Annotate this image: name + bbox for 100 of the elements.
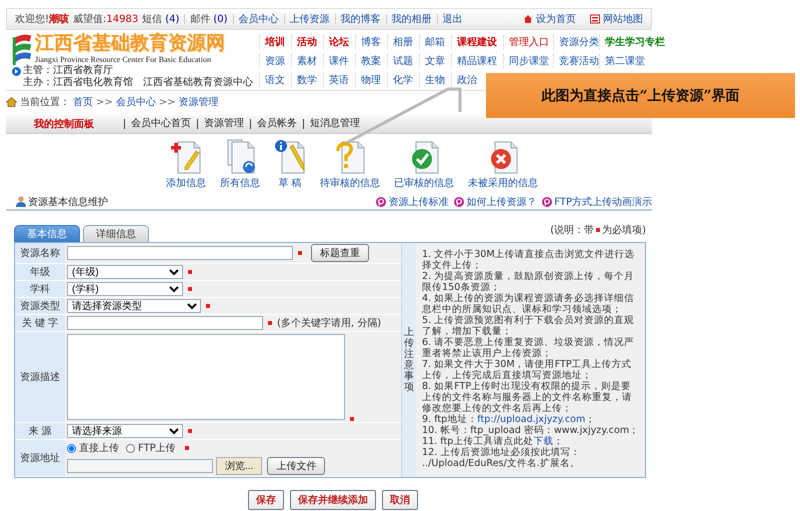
panel-menu-link[interactable]: 会员帐务 <box>250 119 303 129</box>
toolbar-button[interactable]: 已审核的信息 <box>394 139 454 190</box>
top-link[interactable]: 网站地图 <box>590 12 643 26</box>
nav-link[interactable]: 化学 <box>387 73 413 87</box>
reputation-value: 14983 <box>106 14 138 24</box>
form-tab[interactable]: 详细信息 <box>83 225 149 242</box>
nav-link[interactable]: 教案 <box>355 54 381 68</box>
counter-link[interactable]: 短信 (4) <box>142 12 180 26</box>
field-label: 资源描述 <box>15 332 65 423</box>
note-item: 6. 请不要恶意上传重复资源、垃圾资源，情况严重者将禁止该用户上传资源； <box>422 337 636 359</box>
nav-link[interactable]: 资源 <box>259 54 285 68</box>
panel-menu-link[interactable]: 资源管理 <box>197 119 250 129</box>
help-link[interactable]: 如何上传资源？ <box>454 194 536 208</box>
field-label: 关 键 字 <box>15 315 65 332</box>
nav-link[interactable]: 管理入口 <box>503 35 549 49</box>
note-link[interactable]: ftp://upload.jxjyzy.com <box>477 414 586 425</box>
nav-link[interactable]: 课程建设 <box>451 35 497 49</box>
nav-link[interactable]: 精品课程 <box>451 54 497 68</box>
username: 潮咳 <box>49 12 70 26</box>
panel-title: 我的控制面板 <box>32 118 95 131</box>
nav-link[interactable]: 第二课堂 <box>599 54 645 68</box>
nav-link[interactable]: 政治 <box>451 73 477 87</box>
check-title-button[interactable]: 标题查重 <box>311 244 369 262</box>
callout-box: 此图为直接点击“上传资源”界面 <box>486 73 795 118</box>
note-item: 2. 为提高资源质量，鼓励原创资源上传，每个月限传150条资源； <box>422 271 636 293</box>
nav-link[interactable]: 数学 <box>291 73 317 87</box>
nav-link[interactable]: 英语 <box>323 73 349 87</box>
nav-link[interactable]: 试题 <box>387 54 413 68</box>
note-item: 10. 帐号：ftp_upload 密码：www.jxjyzy.com； <box>422 425 640 436</box>
breadcrumb-separator: >> <box>158 96 176 108</box>
breadcrumb-link[interactable]: 资源管理 <box>178 95 219 109</box>
radio-button[interactable] <box>67 444 76 452</box>
nav-link[interactable]: 素材 <box>291 54 317 68</box>
nav-link[interactable]: 学生学习专栏 <box>599 35 665 49</box>
description-field[interactable] <box>67 334 345 420</box>
top-link[interactable]: 我的博客 <box>340 12 381 26</box>
browse-button[interactable]: 浏览... <box>216 457 262 475</box>
field-label: 学科 <box>15 281 65 298</box>
note-item: 7. 如果文件大于30M，请使用FTP工具上传方式上传，上传完成后直接填写资源地址； <box>422 359 633 381</box>
panel-menu-link[interactable]: 会员中心首页 <box>124 119 197 129</box>
document-pencil-icon <box>274 139 306 174</box>
form-button[interactable]: 保存并继续添加 <box>290 490 376 510</box>
radio-label: 直接上传 <box>79 442 119 455</box>
nav-link[interactable]: 物理 <box>355 73 381 87</box>
notes-title: 上传注意事项 <box>404 327 414 393</box>
field-label: 资源地址 <box>15 440 65 477</box>
site-title: 江西省基础教育资源网 <box>35 33 225 55</box>
nav-link[interactable]: 竞赛活动 <box>553 54 599 68</box>
toolbar-button[interactable]: 未被采用的信息 <box>468 139 538 190</box>
toolbar-button[interactable]: 待审核的信息 <box>320 139 380 190</box>
nav-link[interactable]: 语文 <box>259 73 285 87</box>
text-field[interactable] <box>67 316 263 330</box>
counter-link[interactable]: 邮件 (0) <box>190 12 228 26</box>
top-link[interactable]: 会员中心 <box>238 12 279 26</box>
note-item: 4. 如果上传的资源为课程资源请务必选择详细信息栏中的所属知识点、课标和学习领域选项； <box>422 293 636 315</box>
nav-link[interactable]: 文章 <box>419 54 445 68</box>
toolbar-button[interactable]: 添加信息 <box>166 139 206 190</box>
note-item: 8. 如果FTP上传时出现没有权限的提示，则是要上传的文件名称与服务器上的文件名称重复，请修改您要上传的文件名后再上传； <box>422 381 633 414</box>
person-icon <box>16 196 26 207</box>
nav-link[interactable]: 活动 <box>291 35 317 49</box>
upload-file-button[interactable]: 上传文件 <box>267 457 326 475</box>
radio-button[interactable] <box>126 444 135 452</box>
nav-link[interactable]: 同步课堂 <box>503 54 549 68</box>
document-question-icon <box>334 139 366 174</box>
nav-link[interactable]: 相册 <box>387 35 413 49</box>
top-link[interactable]: 设为首页 <box>523 12 576 26</box>
toolbar-button[interactable]: 所有信息 <box>220 139 260 190</box>
nav-link[interactable]: 课件 <box>323 54 349 68</box>
field-label: 年级 <box>15 264 65 281</box>
dropdown[interactable]: (学科) <box>67 282 183 296</box>
nav-link[interactable]: 生物 <box>419 73 445 87</box>
breadcrumb-separator: >> <box>96 96 113 108</box>
nav-link[interactable]: 邮箱 <box>419 35 445 49</box>
help-link[interactable]: FTP方式上传动画演示 <box>542 194 652 208</box>
dropdown[interactable]: 请选择资源类型 <box>67 299 201 313</box>
sitemap-icon <box>590 14 600 24</box>
nav-link[interactable]: 培训 <box>259 35 285 49</box>
house-icon <box>523 14 533 24</box>
top-link[interactable]: 上传资源 <box>290 12 330 26</box>
nav-link[interactable]: 论坛 <box>323 35 349 49</box>
text-field[interactable] <box>67 246 293 260</box>
field-label: 来 源 <box>15 423 65 440</box>
nav-link[interactable]: 资源分类 <box>553 35 599 49</box>
top-link[interactable]: 退出 <box>442 12 463 26</box>
breadcrumb-link[interactable]: 首页 <box>73 95 93 109</box>
top-link[interactable]: 我的相册 <box>392 12 432 26</box>
note-link[interactable]: 下载 <box>533 436 554 447</box>
file-path-field[interactable] <box>67 459 213 473</box>
note-item: 5. 上传资源预览图有利于下载会员对资源的直观了解，增加下载量； <box>422 315 636 337</box>
form-button[interactable]: 取消 <box>382 490 418 510</box>
dropdown[interactable]: 请选择来源 <box>67 424 183 438</box>
help-icon <box>542 196 552 206</box>
breadcrumb-link[interactable]: 会员中心 <box>116 95 156 109</box>
note-item: 9. ftp地址：ftp://upload.jxjyzy.com； <box>422 414 596 425</box>
nav-link[interactable]: 博客 <box>355 35 381 49</box>
panel-menu-link[interactable]: 短消息管理 <box>303 119 366 129</box>
dropdown[interactable]: (年级) <box>67 265 183 279</box>
form-button[interactable]: 保存 <box>248 490 284 510</box>
help-link[interactable]: 资源上传标准 <box>376 194 448 208</box>
toolbar-button[interactable]: 草 稿 <box>274 139 306 190</box>
